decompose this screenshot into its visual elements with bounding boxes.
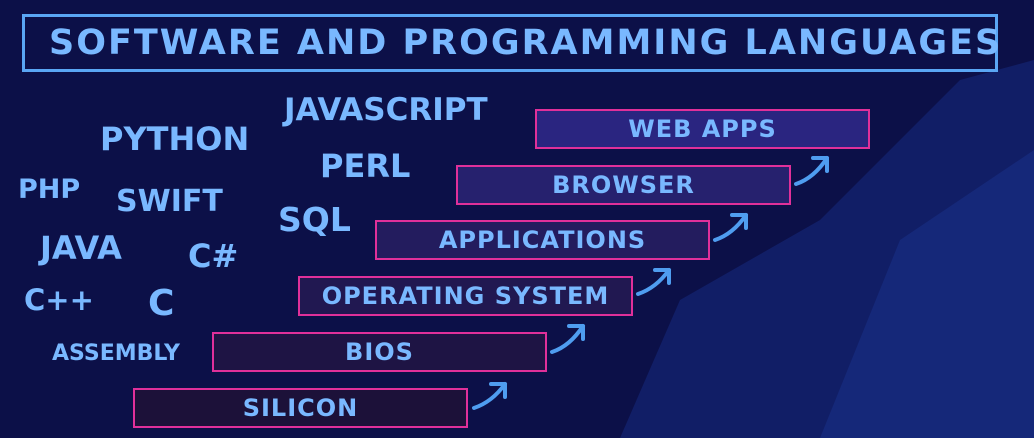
- language-javascript: JAVASCRIPT: [284, 92, 488, 128]
- layer-operating-system: OPERATING SYSTEM: [298, 276, 633, 316]
- layer-silicon: SILICON: [133, 388, 468, 428]
- layer-browser: BROWSER: [456, 165, 791, 205]
- layer-label: BIOS: [345, 338, 414, 366]
- language-java: JAVA: [40, 229, 122, 267]
- language-cpp: C++: [24, 283, 94, 317]
- language-assembly: ASSEMBLY: [52, 341, 180, 366]
- language-python: PYTHON: [100, 120, 250, 158]
- layer-label: SILICON: [242, 394, 359, 422]
- layer-bios: BIOS: [212, 332, 547, 372]
- language-csharp: C#: [188, 237, 239, 275]
- language-swift: SWIFT: [116, 184, 223, 219]
- layer-label: APPLICATIONS: [438, 226, 647, 254]
- layer-applications: APPLICATIONS: [375, 220, 710, 260]
- language-c: C: [148, 283, 175, 324]
- language-perl: PERL: [320, 147, 411, 185]
- layer-web-apps: WEB APPS: [535, 109, 870, 149]
- language-sql: SQL: [278, 200, 351, 239]
- layer-label: OPERATING SYSTEM: [321, 282, 610, 310]
- language-php: PHP: [18, 174, 81, 205]
- title-box: SOFTWARE AND PROGRAMMING LANGUAGES: [22, 14, 1000, 72]
- page-title: SOFTWARE AND PROGRAMMING LANGUAGES: [49, 23, 1003, 63]
- layer-label: BROWSER: [552, 171, 695, 199]
- layer-label: WEB APPS: [628, 115, 777, 143]
